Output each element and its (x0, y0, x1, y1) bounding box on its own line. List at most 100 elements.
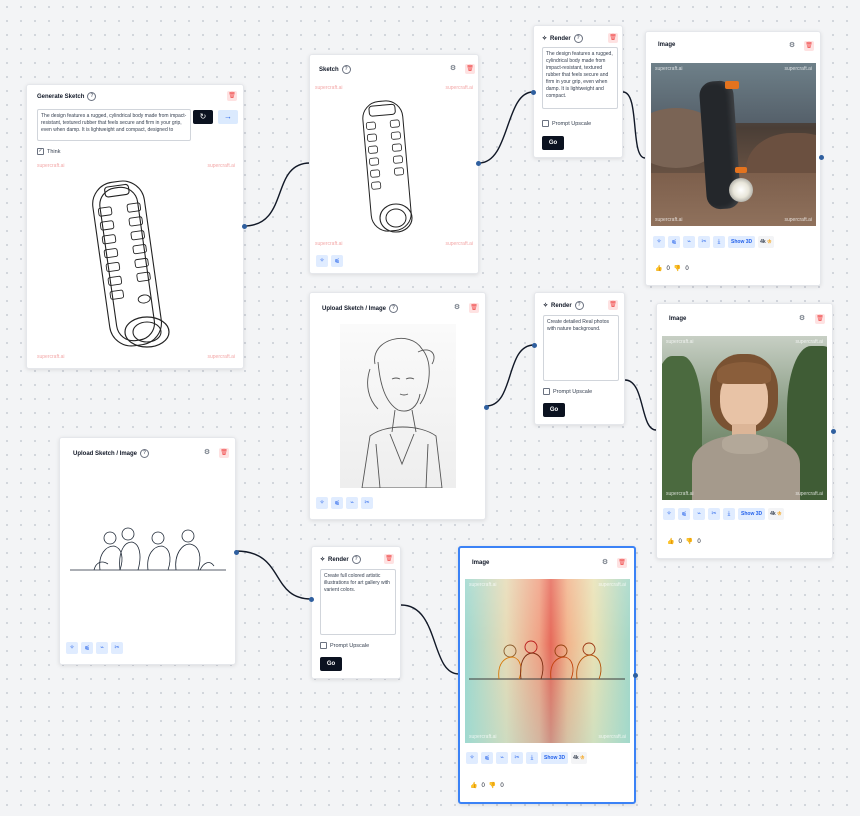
prompt-textarea[interactable]: Create detailed Real photos with nature … (543, 315, 619, 381)
chart-tool-button[interactable]: ⫹ (331, 255, 343, 267)
input-handle[interactable] (531, 90, 536, 95)
wand-tool-button[interactable]: ⌁ (96, 642, 108, 654)
delete-icon[interactable]: 🗑 (219, 448, 229, 458)
chart-tool-button[interactable]: ⫹ (668, 236, 680, 248)
help-icon[interactable]: ? (573, 34, 583, 43)
delete-icon[interactable]: 🗑 (804, 41, 814, 51)
show-3d-button[interactable]: Show 3D (738, 508, 766, 520)
wand-tool-button[interactable]: ⌁ (683, 236, 695, 248)
thumbs-up-icon[interactable]: 👍 (667, 538, 674, 545)
output-handle[interactable] (234, 550, 239, 555)
delete-icon[interactable]: 🗑 (815, 314, 825, 324)
download-button[interactable]: ⤓ (723, 508, 735, 520)
scissors-tool-button[interactable]: ✂ (111, 642, 123, 654)
sparkle-tool-button[interactable]: ✧ (653, 236, 665, 248)
prompt-upscale-checkbox[interactable]: Prompt Upscale (542, 120, 591, 127)
title-text: Generate Sketch (37, 93, 85, 100)
like-count: 0 (481, 782, 485, 789)
help-icon[interactable]: ? (341, 65, 351, 74)
delete-icon[interactable]: 🗑 (469, 303, 479, 313)
wand-tool-button[interactable]: ⌁ (346, 497, 358, 509)
wand-tool-button[interactable]: ⌁ (496, 752, 508, 764)
go-button[interactable]: Go (320, 657, 342, 671)
chart-tool-button[interactable]: ⫹ (481, 752, 493, 764)
gear-icon[interactable]: ⚙ (797, 314, 807, 324)
help-icon[interactable]: ? (389, 304, 399, 313)
go-button[interactable]: Go (543, 403, 565, 417)
download-button[interactable]: ⤓ (526, 752, 538, 764)
arrow-button[interactable]: → (218, 110, 238, 124)
generate-sketch-node: Generate Sketch ? 🗑 The design features … (26, 84, 247, 369)
gear-icon[interactable]: ⚙ (787, 41, 797, 51)
sparkle-tool-button[interactable]: ✧ (66, 642, 78, 654)
title-text: Image (658, 42, 676, 48)
prompt-upscale-checkbox[interactable]: Prompt Upscale (320, 642, 369, 649)
prompt-textarea[interactable]: The design features a rugged, cylindrica… (37, 109, 191, 141)
show-3d-button[interactable]: Show 3D (541, 752, 569, 764)
help-icon[interactable]: ? (574, 301, 584, 310)
delete-icon[interactable]: 🗑 (608, 300, 618, 310)
output-handle[interactable] (633, 673, 638, 678)
regenerate-button[interactable]: ↻ (193, 110, 213, 124)
delete-icon[interactable]: 🗑 (617, 558, 627, 568)
crown-icon: ♔ (580, 755, 585, 761)
checkbox-icon[interactable]: ✓ (37, 148, 44, 155)
gear-icon[interactable]: ⚙ (452, 303, 462, 313)
watermark: supercraft.ai (37, 163, 65, 169)
scissors-tool-button[interactable]: ✂ (511, 752, 523, 764)
title-text: Render (550, 35, 571, 42)
image-node-mid: Image ⚙ 🗑 supercraft.ai supercraft.ai su… (656, 303, 836, 559)
chart-tool-button[interactable]: ⫹ (678, 508, 690, 520)
help-icon[interactable]: ? (140, 449, 150, 458)
prompt-textarea[interactable]: The design features a rugged, cylindrica… (542, 47, 618, 109)
scissors-tool-button[interactable]: ✂ (698, 236, 710, 248)
output-handle[interactable] (242, 224, 247, 229)
prompt-upscale-checkbox[interactable]: Prompt Upscale (543, 388, 592, 395)
node-title: Sketch ? (319, 65, 351, 74)
delete-icon[interactable]: 🗑 (384, 554, 394, 564)
sparkle-tool-button[interactable]: ✧ (466, 752, 478, 764)
output-handle[interactable] (476, 161, 481, 166)
input-handle[interactable] (532, 343, 537, 348)
gear-icon[interactable]: ⚙ (600, 558, 610, 568)
thumbs-up-icon[interactable]: 👍 (470, 782, 477, 789)
download-button[interactable]: ⤓ (713, 236, 725, 248)
think-checkbox[interactable]: ✓ Think (37, 148, 60, 155)
upload-node-mid: Upload Sketch / Image ? ⚙ 🗑 ✧ ⫹ ⌁ ✂ (309, 292, 489, 520)
chart-tool-button[interactable]: ⫹ (81, 642, 93, 654)
checkbox-icon[interactable] (542, 120, 549, 127)
scissors-tool-button[interactable]: ✂ (708, 508, 720, 520)
delete-icon[interactable]: 🗑 (608, 33, 618, 43)
sparkle-icon: ✧ (542, 36, 548, 42)
input-handle[interactable] (309, 597, 314, 602)
help-icon[interactable]: ? (351, 555, 361, 564)
output-handle[interactable] (819, 155, 824, 160)
thumbs-down-icon[interactable]: 👎 (686, 538, 693, 545)
gear-icon[interactable]: ⚙ (202, 448, 212, 458)
help-icon[interactable]: ? (87, 92, 97, 101)
dislike-count: 0 (500, 782, 504, 789)
sparkle-tool-button[interactable]: ✧ (316, 497, 328, 509)
go-button[interactable]: Go (542, 136, 564, 150)
thumbs-down-icon[interactable]: 👎 (674, 265, 681, 272)
sparkle-tool-button[interactable]: ✧ (316, 255, 328, 267)
resolution-button[interactable]: 4k ♔ (758, 236, 774, 248)
prompt-textarea[interactable]: Create full colored artistic illustratio… (320, 569, 396, 635)
checkbox-icon[interactable] (320, 642, 327, 649)
gear-icon[interactable]: ⚙ (448, 64, 458, 74)
show-3d-button[interactable]: Show 3D (728, 236, 756, 248)
thumbs-down-icon[interactable]: 👎 (489, 782, 496, 789)
checkbox-icon[interactable] (543, 388, 550, 395)
thumbs-up-icon[interactable]: 👍 (655, 265, 662, 272)
resolution-button[interactable]: 4k ♔ (571, 752, 587, 764)
wand-tool-button[interactable]: ⌁ (693, 508, 705, 520)
sparkle-tool-button[interactable]: ✧ (663, 508, 675, 520)
delete-icon[interactable]: 🗑 (227, 91, 237, 101)
resolution-button[interactable]: 4k ♔ (768, 508, 784, 520)
output-handle[interactable] (484, 405, 489, 410)
delete-icon[interactable]: 🗑 (465, 64, 475, 74)
like-count: 0 (666, 265, 670, 272)
scissors-tool-button[interactable]: ✂ (361, 497, 373, 509)
output-handle[interactable] (831, 429, 836, 434)
chart-tool-button[interactable]: ⫹ (331, 497, 343, 509)
